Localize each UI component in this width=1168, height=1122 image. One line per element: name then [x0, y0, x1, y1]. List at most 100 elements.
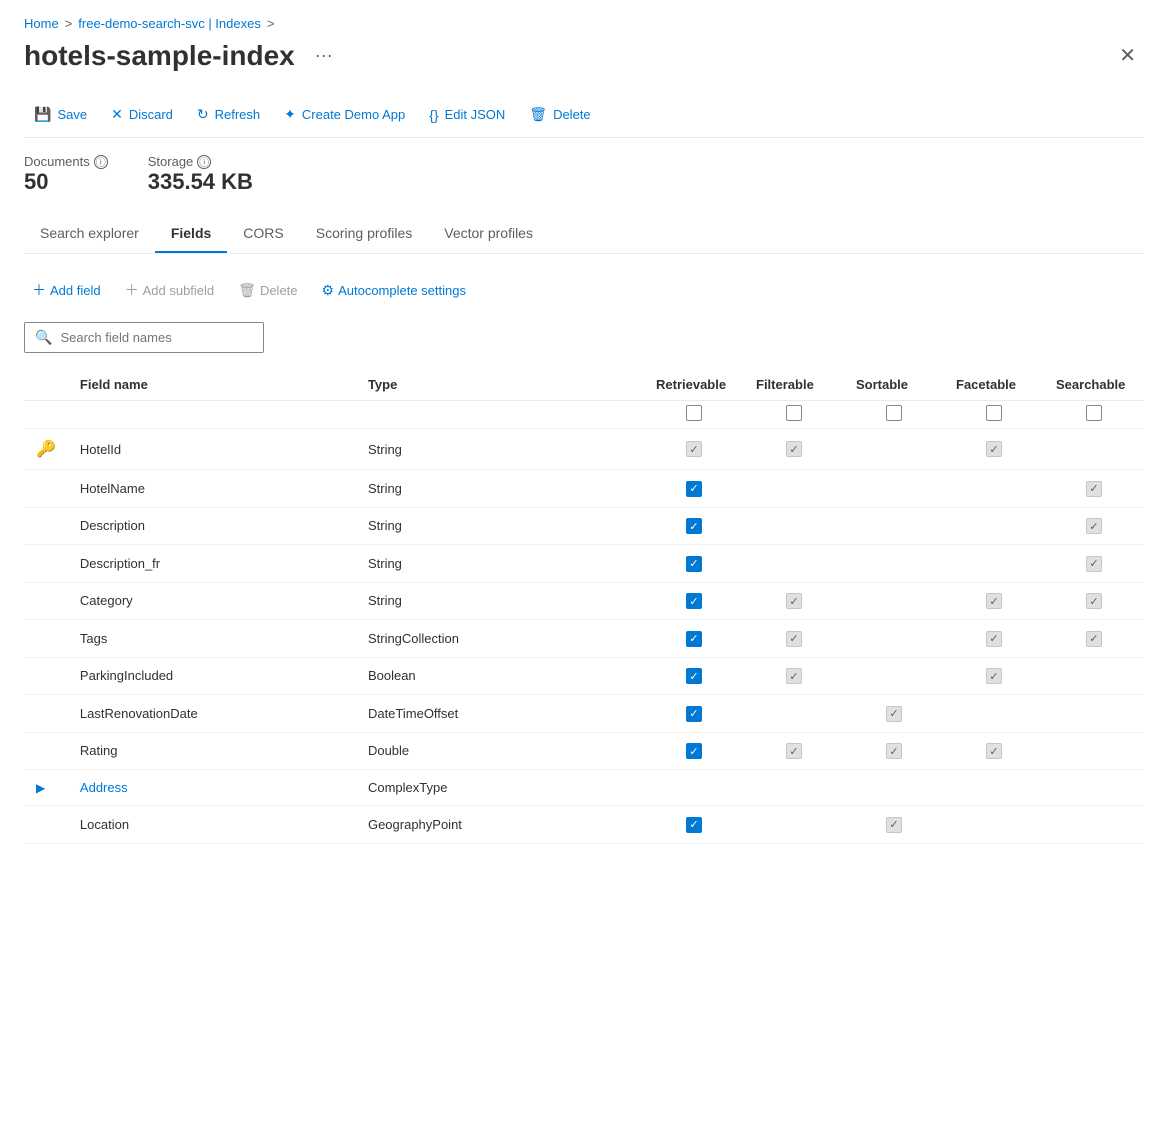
tab-scoring-profiles[interactable]: Scoring profiles — [300, 215, 429, 253]
td-searchable: ✓ — [1044, 545, 1144, 583]
checkbox-checked-gray[interactable]: ✓ — [986, 743, 1002, 759]
td-retrievable — [644, 770, 744, 806]
td-sortable: ✓ — [844, 732, 944, 770]
select-all-sortable[interactable] — [886, 405, 902, 421]
td-select-all-filterable — [744, 401, 844, 429]
table-row: 🔑 HotelId String ✓ ✓ ✓ — [24, 429, 1144, 470]
tab-cors[interactable]: CORS — [227, 215, 299, 253]
td-facetable: ✓ — [944, 429, 1044, 470]
checkbox-checked-blue[interactable]: ✓ — [686, 668, 702, 684]
refresh-icon: ↻ — [197, 106, 209, 123]
td-filterable: ✓ — [744, 620, 844, 658]
td-sortable: ✓ — [844, 806, 944, 844]
tab-vector-profiles[interactable]: Vector profiles — [428, 215, 549, 253]
checkbox-checked-gray[interactable]: ✓ — [986, 441, 1002, 457]
checkbox-checked-gray[interactable]: ✓ — [786, 441, 802, 457]
checkbox-checked-blue[interactable]: ✓ — [686, 631, 702, 647]
delete-field-button[interactable]: 🗑 Delete — [230, 276, 305, 305]
td-select-all-facetable — [944, 401, 1044, 429]
checkbox-checked-gray[interactable]: ✓ — [1086, 631, 1102, 647]
checkbox-checked-gray[interactable]: ✓ — [886, 817, 902, 833]
checkbox-checked-gray[interactable]: ✓ — [886, 743, 902, 759]
select-all-facetable[interactable] — [986, 405, 1002, 421]
select-all-retrievable[interactable] — [686, 405, 702, 421]
td-retrievable: ✓ — [644, 806, 744, 844]
td-facetable — [944, 507, 1044, 545]
checkbox-checked-gray[interactable]: ✓ — [786, 593, 802, 609]
td-sortable — [844, 507, 944, 545]
checkbox-checked-blue[interactable]: ✓ — [686, 481, 702, 497]
th-type: Type — [356, 369, 644, 401]
checkbox-checked-blue[interactable]: ✓ — [686, 556, 702, 572]
td-select-all-name — [68, 401, 356, 429]
checkbox-checked-gray[interactable]: ✓ — [786, 631, 802, 647]
td-filterable — [744, 470, 844, 508]
td-filterable: ✓ — [744, 582, 844, 620]
td-field-name: HotelId — [68, 429, 356, 470]
checkbox-checked-gray[interactable]: ✓ — [1086, 481, 1102, 497]
td-empty-icon — [24, 695, 68, 733]
checkbox-checked-blue[interactable]: ✓ — [686, 817, 702, 833]
storage-info-icon[interactable]: ⓘ — [197, 155, 211, 169]
checkbox-checked-gray[interactable]: ✓ — [1086, 518, 1102, 534]
autocomplete-settings-button[interactable]: ⚙ Autocomplete settings — [314, 276, 474, 305]
checkbox-checked-blue[interactable]: ✓ — [686, 743, 702, 759]
add-subfield-button[interactable]: ＋ Add subfield — [117, 274, 223, 306]
checkbox-checked-blue[interactable]: ✓ — [686, 518, 702, 534]
select-all-filterable[interactable] — [786, 405, 802, 421]
td-sortable — [844, 429, 944, 470]
checkbox-checked-gray[interactable]: ✓ — [986, 668, 1002, 684]
edit-json-button[interactable]: {} Edit JSON — [419, 101, 515, 129]
checkbox-checked-blue[interactable]: ✓ — [686, 593, 702, 609]
td-facetable: ✓ — [944, 620, 1044, 658]
td-field-name: Tags — [68, 620, 356, 658]
td-type: StringCollection — [356, 620, 644, 658]
delete-icon: 🗑 — [529, 106, 547, 123]
checkbox-checked-gray[interactable]: ✓ — [886, 706, 902, 722]
th-field-name: Field name — [68, 369, 356, 401]
checkbox-checked-blue[interactable]: ✓ — [686, 706, 702, 722]
td-empty-icon — [24, 507, 68, 545]
checkbox-checked-gray[interactable]: ✓ — [786, 743, 802, 759]
select-all-searchable[interactable] — [1086, 405, 1102, 421]
td-select-all-type — [356, 401, 644, 429]
td-searchable — [1044, 657, 1144, 695]
td-field-name: ParkingIncluded — [68, 657, 356, 695]
table-row: Tags StringCollection ✓ ✓ ✓ ✓ — [24, 620, 1144, 658]
tab-fields[interactable]: Fields — [155, 215, 227, 253]
table-header-row: Field name Type Retrievable Filterable S… — [24, 369, 1144, 401]
td-retrievable: ✓ — [644, 695, 744, 733]
expand-icon[interactable]: ▶ — [36, 781, 45, 795]
checkbox-checked-gray[interactable]: ✓ — [986, 593, 1002, 609]
checkbox-checked-gray[interactable]: ✓ — [1086, 556, 1102, 572]
page-title: hotels-sample-index — [24, 40, 295, 72]
td-retrievable: ✓ — [644, 732, 744, 770]
breadcrumb: Home > free-demo-search-svc | Indexes > — [24, 16, 1144, 31]
create-demo-app-button[interactable]: ✦ Create Demo App — [274, 100, 415, 129]
td-filterable: ✓ — [744, 732, 844, 770]
documents-value: 50 — [24, 169, 108, 195]
close-button[interactable]: ✕ — [1111, 39, 1144, 72]
checkbox-checked-gray[interactable]: ✓ — [786, 668, 802, 684]
search-field-names-input[interactable] — [60, 330, 253, 345]
td-field-name: Rating — [68, 732, 356, 770]
checkbox-checked-gray[interactable]: ✓ — [1086, 593, 1102, 609]
breadcrumb-sep2: > — [267, 16, 275, 31]
checkbox-checked-gray[interactable]: ✓ — [986, 631, 1002, 647]
table-row: LastRenovationDate DateTimeOffset ✓ ✓ — [24, 695, 1144, 733]
documents-info-icon[interactable]: ⓘ — [94, 155, 108, 169]
discard-button[interactable]: ✕ Discard — [101, 100, 183, 129]
td-expand-icon: ▶ — [24, 770, 68, 806]
documents-label: Documents — [24, 154, 90, 169]
save-button[interactable]: 💾 Save — [24, 100, 97, 129]
refresh-button[interactable]: ↻ Refresh — [187, 100, 270, 129]
breadcrumb-home[interactable]: Home — [24, 16, 59, 31]
checkbox-checked-gray[interactable]: ✓ — [686, 441, 702, 457]
delete-button[interactable]: 🗑 Delete — [519, 100, 600, 129]
td-empty-icon — [24, 620, 68, 658]
save-icon: 💾 — [34, 106, 51, 123]
ellipsis-button[interactable]: ··· — [307, 41, 341, 70]
breadcrumb-service[interactable]: free-demo-search-svc | Indexes — [78, 16, 261, 31]
tab-search-explorer[interactable]: Search explorer — [24, 215, 155, 253]
add-field-button[interactable]: ＋ Add field — [24, 274, 109, 306]
